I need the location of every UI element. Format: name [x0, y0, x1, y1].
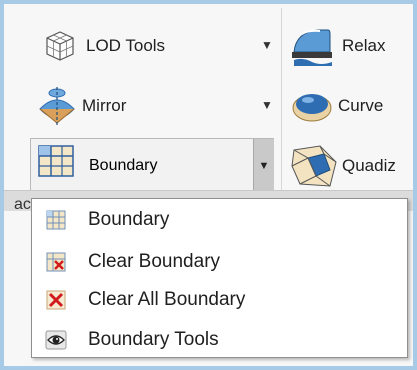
mirror-label: Mirror [82, 96, 127, 115]
mirror-button[interactable]: Mirror ▼ [34, 80, 276, 132]
menu-item-label: Boundary [88, 209, 170, 230]
boundary-label: Boundary [89, 157, 158, 174]
boundary-dropdown-arrow[interactable]: ▼ [253, 139, 274, 193]
boundary-grid-icon [44, 208, 68, 232]
boundary-dropdown-menu: Boundary Clear Boundary Clear All Bounda… [31, 198, 408, 358]
lod-cube-icon [40, 26, 80, 66]
mirror-icon [34, 83, 80, 129]
clear-boundary-icon [44, 250, 68, 274]
menu-item-label: Clear All Boundary [88, 289, 246, 310]
menu-item-label: Boundary Tools [88, 329, 219, 350]
eye-icon [44, 328, 68, 352]
menu-item-label: Clear Boundary [88, 251, 221, 272]
strip-left-text: ac [14, 196, 31, 213]
menu-item-clear-all-boundary[interactable]: Clear All Boundary [32, 283, 407, 317]
lod-tools-button[interactable]: LOD Tools ▼ [40, 20, 276, 72]
boundary-button[interactable]: Boundary [31, 139, 253, 193]
quadiz-icon [290, 141, 340, 191]
boundary-grid-icon [37, 144, 81, 188]
relax-button[interactable]: Relax [288, 20, 413, 72]
menu-item-boundary[interactable]: Boundary [32, 203, 407, 237]
menu-item-clear-boundary[interactable]: Clear Boundary [32, 245, 407, 279]
lod-tools-label: LOD Tools [86, 36, 166, 55]
mirror-dropdown-arrow[interactable]: ▼ [261, 98, 273, 112]
boundary-split-button[interactable]: Boundary ▼ [30, 138, 274, 194]
clear-all-boundary-icon [44, 288, 68, 312]
quadiz-label: Quadiz [342, 156, 396, 175]
relax-label: Relax [342, 36, 386, 55]
group-separator [281, 8, 282, 208]
curve-button[interactable]: Curve [290, 80, 413, 132]
menu-item-boundary-tools[interactable]: Boundary Tools [32, 323, 407, 357]
quadiz-button[interactable]: Quadiz [290, 140, 413, 192]
curve-label: Curve [338, 96, 384, 115]
lod-tools-dropdown-arrow[interactable]: ▼ [261, 38, 273, 52]
relax-iron-icon [288, 26, 338, 66]
curve-icon [290, 86, 334, 126]
